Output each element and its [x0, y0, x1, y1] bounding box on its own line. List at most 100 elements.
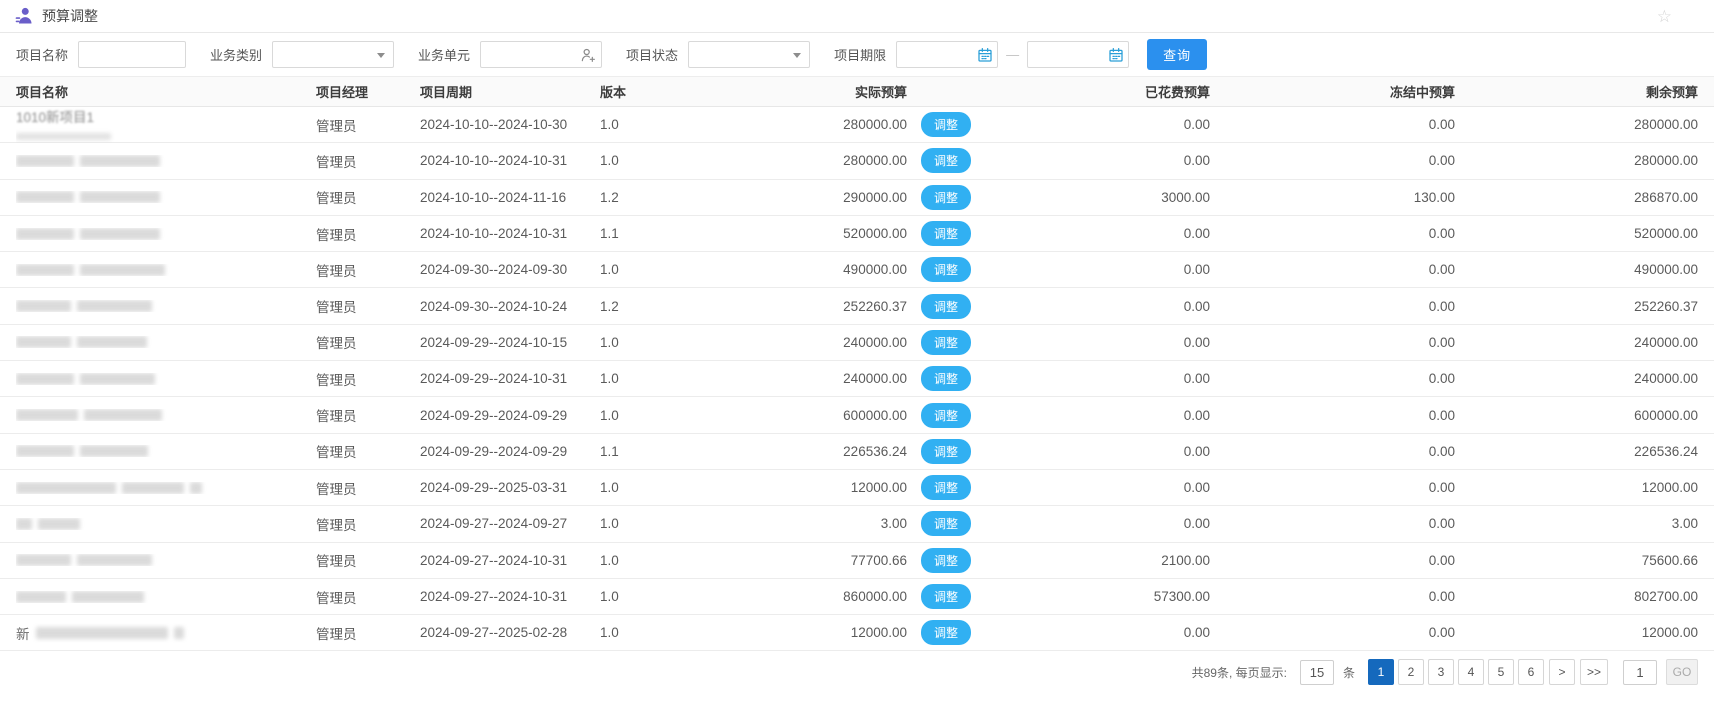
adjust-button[interactable]: 调整 [921, 511, 971, 536]
spent-budget-cell: 0.00 [1007, 262, 1210, 277]
next-page-button[interactable]: > [1549, 659, 1575, 685]
frozen-budget-cell: 0.00 [1210, 226, 1455, 241]
col-project-period: 项目周期 [420, 82, 600, 101]
frozen-budget-cell: 0.00 [1210, 444, 1455, 459]
adjust-button[interactable]: 调整 [921, 257, 971, 282]
adjust-button[interactable]: 调整 [921, 548, 971, 573]
adjust-button[interactable]: 调整 [921, 475, 971, 500]
col-actual-budget: 实际预算 [662, 82, 907, 101]
adjust-button[interactable]: 调整 [921, 366, 971, 391]
page-button-6[interactable]: 6 [1518, 659, 1544, 685]
adjust-button[interactable]: 调整 [921, 330, 971, 355]
version-cell: 1.0 [600, 335, 662, 350]
project-status-label: 项目状态 [626, 45, 678, 64]
table-row: 管理员 2024-09-27--2024-09-27 1.0 3.00 调整 0… [0, 506, 1714, 542]
table-row: 管理员 2024-09-29--2024-09-29 1.1 226536.24… [0, 434, 1714, 470]
actual-budget-cell: 600000.00 [662, 408, 907, 423]
page-button-4[interactable]: 4 [1458, 659, 1484, 685]
calendar-icon[interactable] [1108, 47, 1124, 63]
project-manager-cell: 管理员 [316, 332, 420, 352]
search-button[interactable]: 查询 [1147, 39, 1207, 70]
page-button-5[interactable]: 5 [1488, 659, 1514, 685]
adjust-button[interactable]: 调整 [921, 439, 971, 464]
business-category-label: 业务类别 [210, 45, 262, 64]
version-cell: 1.0 [600, 589, 662, 604]
version-cell: 1.1 [600, 444, 662, 459]
page-size-input[interactable] [1300, 660, 1334, 685]
go-button[interactable]: GO [1666, 659, 1698, 685]
remaining-budget-cell: 3.00 [1455, 516, 1698, 531]
frozen-budget-cell: 0.00 [1210, 371, 1455, 386]
actual-budget-cell: 290000.00 [662, 190, 907, 205]
table-row: 管理员 2024-10-10--2024-10-31 1.0 280000.00… [0, 143, 1714, 179]
version-cell: 1.2 [600, 190, 662, 205]
project-name-cell [16, 191, 316, 203]
table-row: 管理员 2024-09-30--2024-09-30 1.0 490000.00… [0, 252, 1714, 288]
frozen-budget-cell: 0.00 [1210, 335, 1455, 350]
actual-budget-cell: 860000.00 [662, 589, 907, 604]
project-name-cell [16, 445, 316, 457]
person-add-icon[interactable] [580, 47, 596, 63]
business-category-select[interactable] [272, 41, 394, 68]
adjust-button[interactable]: 调整 [921, 403, 971, 428]
actual-budget-cell: 77700.66 [662, 553, 907, 568]
spent-budget-cell: 2100.00 [1007, 553, 1210, 568]
redacted-text-blur [80, 191, 160, 203]
project-period-cell: 2024-10-10--2024-10-31 [420, 226, 600, 241]
redacted-text-blur [16, 155, 74, 167]
project-name-cell [16, 518, 316, 530]
project-period-cell: 2024-09-30--2024-09-30 [420, 262, 600, 277]
redacted-text-blur [122, 482, 184, 494]
table-row: 管理员 2024-09-27--2024-10-31 1.0 860000.00… [0, 579, 1714, 615]
redacted-text-blur [16, 554, 71, 566]
project-name-cell [16, 554, 316, 566]
redacted-text-blur [80, 264, 165, 276]
adjust-button[interactable]: 调整 [921, 584, 971, 609]
calendar-icon[interactable] [977, 47, 993, 63]
adjust-button[interactable]: 调整 [921, 185, 971, 210]
redacted-text-blur [80, 373, 155, 385]
page-button-3[interactable]: 3 [1428, 659, 1454, 685]
actual-budget-cell: 280000.00 [662, 153, 907, 168]
adjust-button[interactable]: 调整 [921, 620, 971, 645]
spent-budget-cell: 0.00 [1007, 480, 1210, 495]
goto-page-input[interactable] [1623, 660, 1657, 685]
actual-budget-cell: 12000.00 [662, 480, 907, 495]
redacted-text-blur [80, 445, 148, 457]
table-row: 新 管理员 2024-09-27--2025-02-28 1.0 12000.0… [0, 615, 1714, 651]
spent-budget-cell: 0.00 [1007, 335, 1210, 350]
version-cell: 1.0 [600, 371, 662, 386]
project-period-cell: 2024-09-29--2024-09-29 [420, 408, 600, 423]
project-manager-cell: 管理员 [316, 623, 420, 643]
project-name-input[interactable] [78, 41, 186, 68]
page-button-2[interactable]: 2 [1398, 659, 1424, 685]
frozen-budget-cell: 0.00 [1210, 117, 1455, 132]
project-period-cell: 2024-09-27--2025-02-28 [420, 625, 600, 640]
adjust-button[interactable]: 调整 [921, 294, 971, 319]
page-button-1[interactable]: 1 [1368, 659, 1394, 685]
project-manager-cell: 管理员 [316, 151, 420, 171]
redacted-text-blur [16, 300, 71, 312]
adjust-button[interactable]: 调整 [921, 221, 971, 246]
project-status-select[interactable] [688, 41, 810, 68]
business-unit-label: 业务单元 [418, 45, 470, 64]
redacted-text-blur [72, 591, 144, 603]
last-page-button[interactable]: >> [1580, 659, 1608, 685]
actual-budget-cell: 490000.00 [662, 262, 907, 277]
frozen-budget-cell: 0.00 [1210, 480, 1455, 495]
favorite-star-icon[interactable]: ☆ [1657, 8, 1672, 25]
project-name-cell: 1010新项目1 [16, 106, 316, 143]
table-body: 1010新项目1 管理员 2024-10-10--2024-10-30 1.0 … [0, 107, 1714, 651]
version-cell: 1.2 [600, 299, 662, 314]
project-name-cell: 新 [16, 623, 316, 643]
redacted-text-blur [190, 482, 202, 494]
page-size-unit: 条 [1343, 664, 1355, 681]
project-period-cell: 2024-10-10--2024-10-30 [420, 117, 600, 132]
adjust-button[interactable]: 调整 [921, 148, 971, 173]
actual-budget-cell: 520000.00 [662, 226, 907, 241]
adjust-button[interactable]: 调整 [921, 112, 971, 137]
frozen-budget-cell: 0.00 [1210, 153, 1455, 168]
redacted-text-blur [16, 373, 74, 385]
remaining-budget-cell: 12000.00 [1455, 480, 1698, 495]
spent-budget-cell: 0.00 [1007, 226, 1210, 241]
